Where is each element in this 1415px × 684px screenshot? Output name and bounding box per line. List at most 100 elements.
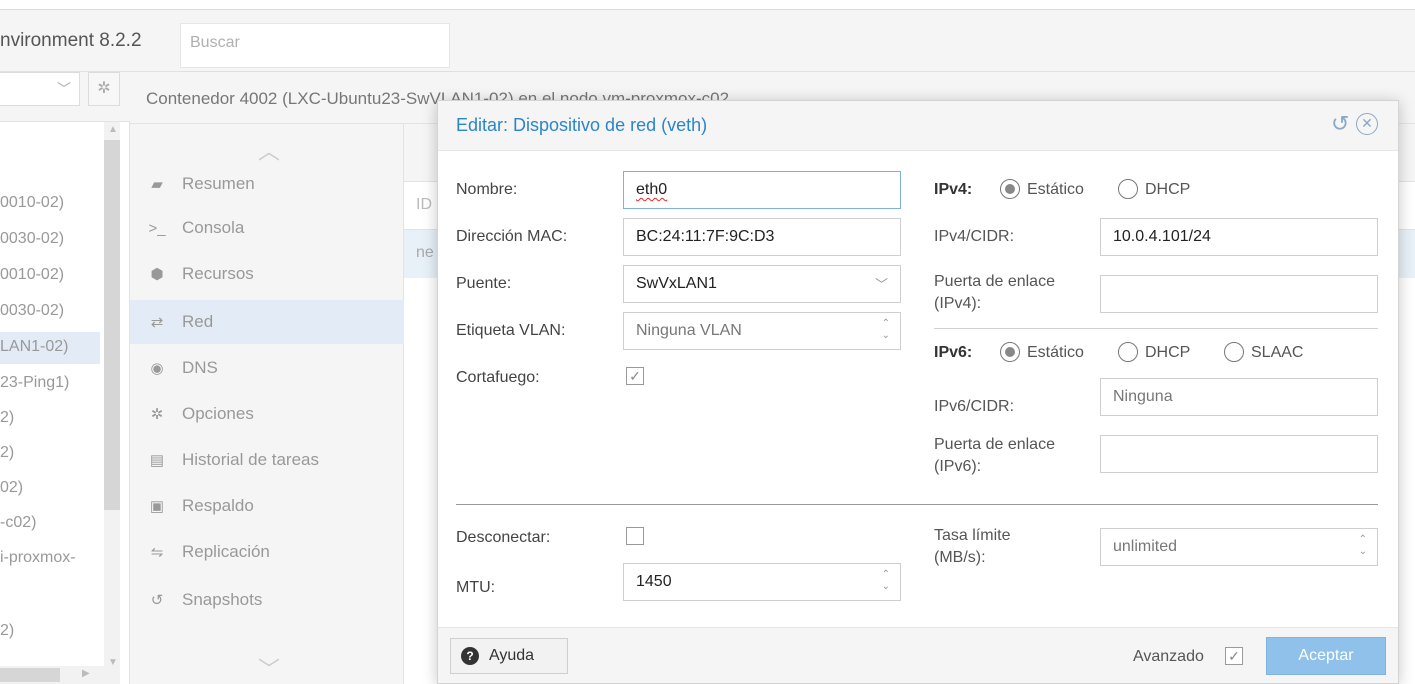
ipv6-cidr-input[interactable]: Ninguna [1100,378,1378,416]
ipv4-static-label: Estático [1027,181,1084,198]
chevron-down-icon[interactable]: ﹀ [258,652,280,684]
gateway-ipv4-label: Puerta de enlace (IPv4): [934,271,1055,315]
gear-icon: ✲ [150,406,164,423]
vlan-label: Etiqueta VLAN: [456,322,566,339]
app-header: nvironment 8.2.2 Buscar [0,10,1415,72]
gateway-ipv4-label-line1: Puerta de enlace [934,273,1055,290]
disconnect-checkbox[interactable] [626,527,644,545]
nav-item-snapshots[interactable]: ↺ Snapshots [130,578,404,622]
scroll-right-arrow-icon[interactable]: ▶ [82,668,90,679]
accept-button[interactable]: Aceptar [1266,637,1386,675]
tree-horizontal-scrollbar[interactable]: ▶ [0,666,120,684]
vlan-value: Ninguna VLAN [636,322,742,339]
nav-item-label: Historial de tareas [182,450,320,469]
rate-limit-label: Tasa límite (MB/s): [934,525,1010,569]
gateway-ipv6-label-line2: (IPv6): [934,458,982,475]
ipv4-cidr-input[interactable]: 10.0.4.101/24 [1100,218,1378,256]
name-label: Nombre: [456,181,518,198]
ipv6-dhcp-radio[interactable] [1118,342,1138,362]
tree-item[interactable]: i-proxmox- [0,549,100,567]
nav-item-dns[interactable]: ◉ DNS [130,346,404,390]
search-input[interactable]: Buscar [180,23,450,68]
bridge-select[interactable]: SwVxLAN1 ﹀ [623,265,901,303]
globe-icon: ◉ [150,360,164,377]
view-selector-combo[interactable]: ﹀ [0,72,80,106]
cube-icon: ⬢ [150,266,164,283]
gear-icon[interactable]: ✲ [88,72,120,106]
nav-item-label: Recursos [182,264,254,283]
ipv6-cidr-label: IPv6/CIDR: [934,398,1015,415]
tree-item[interactable]: 0030-02) [0,302,100,320]
nav-item-consola[interactable]: >_ Consola [130,206,404,250]
tree-item[interactable]: 0010-02) [0,194,100,212]
chevron-down-icon: ﹀ [874,277,888,292]
advanced-checkbox[interactable]: ✓ [1225,647,1243,665]
nav-item-red[interactable]: ⇄ Red [130,300,404,344]
ipv6-slaac-radio[interactable] [1224,342,1244,362]
bridge-label: Puente: [456,275,512,292]
firewall-label: Cortafuego: [456,369,540,386]
reset-icon[interactable]: ↺ [1331,111,1349,137]
vlan-spinner[interactable]: Ninguna VLAN ⌃ ⌄ [623,312,901,350]
tree-item[interactable]: -c02) [0,514,100,532]
tree-item[interactable]: 23-Ping1) [0,374,100,392]
view-selector-bar: ﹀ ✲ [0,72,130,122]
ipv6-static-radio[interactable] [1000,342,1020,362]
product-title: nvironment 8.2.2 [0,30,142,51]
name-input[interactable]: eth0 [623,171,901,209]
rate-limit-spinner[interactable]: unlimited ⌃ ⌄ [1100,528,1378,566]
nav-item-historial[interactable]: ▤ Historial de tareas [130,438,404,482]
floppy-icon: ▣ [149,498,165,515]
gateway-ipv4-label-line2: (IPv4): [934,295,982,312]
advanced-label: Avanzado [1133,648,1204,665]
tree-item-selected[interactable]: LAN1-02) [0,332,100,364]
tree-item[interactable]: 0030-02) [0,230,100,248]
dialog-title: Editar: Dispositivo de red (veth) [456,115,708,135]
spinner-arrows-icon[interactable]: ⌃ ⌄ [1359,534,1367,558]
help-button[interactable]: ? Ayuda [450,638,568,674]
tree-item[interactable]: 02) [0,479,100,497]
mtu-spinner[interactable]: 1450 ⌃ ⌄ [623,563,901,601]
nav-item-resumen[interactable]: ▰ Resumen [130,162,404,206]
nav-item-recursos[interactable]: ⬢ Recursos [130,252,404,296]
bridge-value: SwVxLAN1 [636,275,717,292]
close-icon[interactable]: ✕ [1356,113,1378,135]
scroll-up-arrow-icon[interactable]: ▲ [108,124,118,135]
nav-item-label: Consola [182,218,245,237]
exchange-icon: ⇄ [150,314,164,331]
ipv4-dhcp-radio[interactable] [1118,179,1138,199]
tree-vertical-scrollbar[interactable]: ▲ ▼ [104,122,120,670]
scrollbar-thumb[interactable] [104,140,120,510]
spinner-arrows-icon[interactable]: ⌃ ⌄ [882,569,890,593]
help-button-label: Ayuda [489,647,535,664]
nav-item-opciones[interactable]: ✲ Opciones [130,392,404,436]
question-circle-icon: ? [461,647,479,665]
rate-limit-label-line2: (MB/s): [934,549,986,566]
mac-label: Dirección MAC: [456,228,568,245]
name-value: eth0 [636,181,668,198]
rate-limit-label-line1: Tasa límite [934,527,1011,544]
nav-item-replicacion[interactable]: ⇋ Replicación [130,530,404,574]
tree-item[interactable]: 2) [0,444,100,462]
container-nav: ︿ ▰ Resumen >_ Consola ⬢ Recursos ⇄ Red ◉ DNS… [130,124,404,684]
mac-input[interactable]: BC:24:11:7F:9C:D3 [623,218,901,256]
tree-item[interactable]: 2) [0,409,100,427]
book-icon: ▰ [151,176,163,193]
nav-item-label: Red [182,312,214,331]
nav-item-respaldo[interactable]: ▣ Respaldo [130,484,404,528]
ipv6-static-label: Estático [1027,344,1084,361]
firewall-checkbox[interactable]: ✓ [626,367,644,385]
spinner-arrows-icon[interactable]: ⌃ ⌄ [882,318,890,342]
history-icon: ↺ [150,592,164,609]
tree-item[interactable]: 0010-02) [0,266,100,284]
terminal-icon: >_ [148,219,166,237]
tree-item[interactable]: 2) [0,622,100,640]
gateway-ipv4-input[interactable] [1100,275,1378,313]
mtu-value: 1450 [636,573,672,590]
ipv4-static-radio[interactable] [1000,179,1020,199]
nav-item-label: Replicación [182,542,270,561]
advanced-divider [456,504,1378,505]
scrollbar-thumb[interactable] [0,668,60,682]
gateway-ipv6-input[interactable] [1100,435,1378,473]
dialog-footer: ? Ayuda Avanzado ✓ Aceptar [438,627,1398,683]
